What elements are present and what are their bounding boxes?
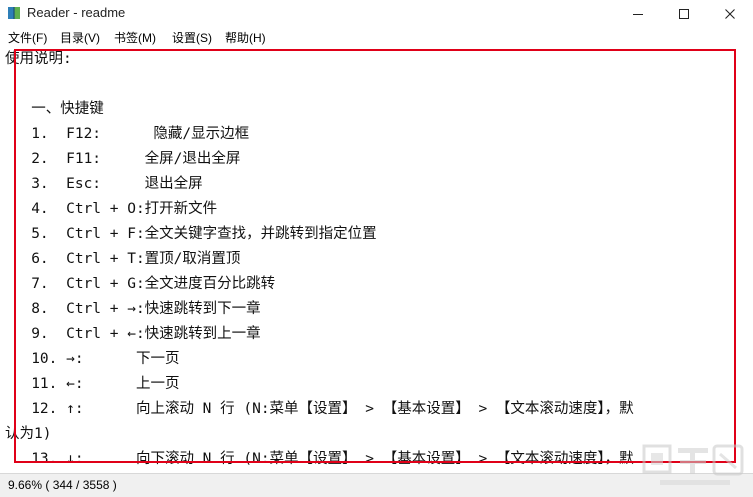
text-line: 一、快捷键 (5, 101, 104, 117)
title-bar[interactable]: Reader - readme (0, 0, 753, 27)
menu-file[interactable]: 文件(F) (8, 29, 47, 46)
menu-bookmarks[interactable]: 书签(M) (114, 29, 156, 46)
close-button[interactable] (707, 0, 753, 27)
menu-settings[interactable]: 设置(S) (172, 29, 212, 46)
text-line: 认为1) (5, 426, 52, 442)
app-book-icon (8, 7, 20, 19)
maximize-icon (679, 8, 689, 19)
text-line: 3. Esc: 退出全屏 (5, 176, 203, 192)
text-line: 5. Ctrl + F:全文关键字查找，并跳转到指定位置 (5, 226, 377, 242)
text-line: 2. F11: 全屏/退出全屏 (5, 151, 241, 167)
reader-text-area[interactable]: 使用说明: 一、快捷键 1. F12: 隐藏/显示边框 2. F11: 全屏/退… (0, 47, 753, 473)
progress-position: ( 344 / 3558 ) (45, 478, 117, 492)
text-line: 6. Ctrl + T:置顶/取消置顶 (5, 251, 241, 267)
text-line: 13. ↓: 向下滚动 N 行 (N:菜单【设置】 > 【基本设置】 > 【文本… (5, 451, 634, 467)
text-line: 9. Ctrl + ←:快速跳转到上一章 (5, 326, 261, 342)
text-line: 10. →: 下一页 (5, 351, 180, 367)
close-icon (725, 8, 735, 19)
minimize-icon (633, 13, 643, 15)
text-line: 7. Ctrl + G:全文进度百分比跳转 (5, 276, 276, 292)
menu-help[interactable]: 帮助(H) (225, 29, 266, 46)
menu-catalog[interactable]: 目录(V) (60, 29, 100, 46)
menu-bar: 文件(F) 目录(V) 书签(M) 设置(S) 帮助(H) (0, 27, 753, 47)
watermark-logo (642, 444, 744, 485)
text-line: 11. ←: 上一页 (5, 376, 180, 392)
window-title: Reader - readme (27, 5, 126, 20)
text-line: 12. ↑: 向上滚动 N 行 (N:菜单【设置】 > 【基本设置】 > 【文本… (5, 401, 634, 417)
maximize-button[interactable] (661, 0, 707, 27)
minimize-button[interactable] (615, 0, 661, 27)
text-line: 8. Ctrl + →:快速跳转到下一章 (5, 301, 261, 317)
text-line: 使用说明: (5, 51, 72, 67)
text-line: 4. Ctrl + O:打开新文件 (5, 201, 218, 217)
progress-percent: 9.66% (8, 478, 43, 492)
text-line: 1. F12: 隐藏/显示边框 (5, 126, 250, 142)
